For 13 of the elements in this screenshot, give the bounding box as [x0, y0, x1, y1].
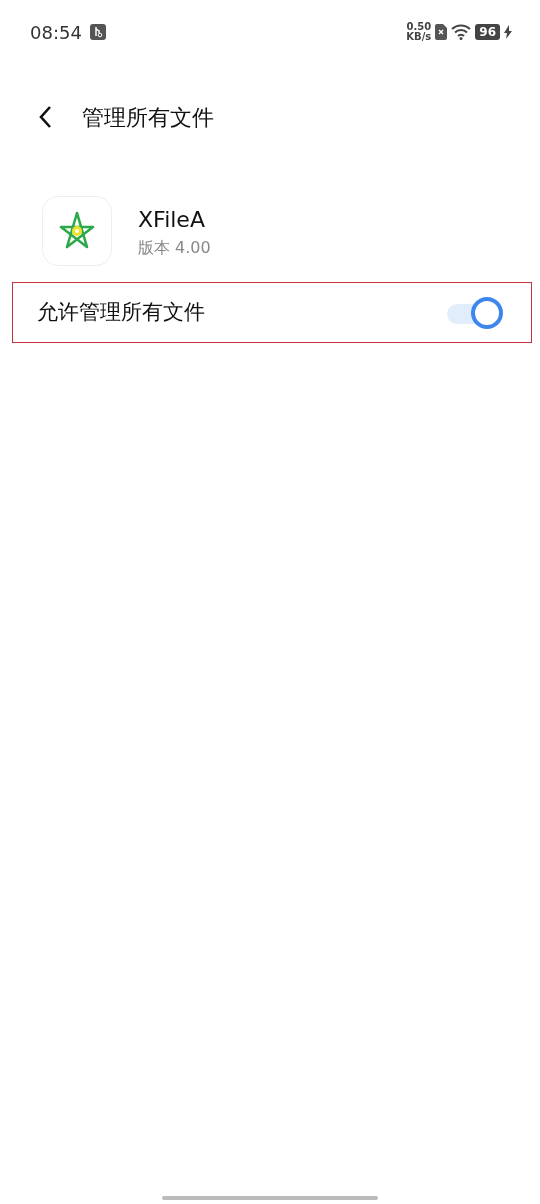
toggle-switch[interactable]: [445, 295, 505, 330]
back-icon: [38, 105, 52, 130]
sim-icon: [435, 24, 448, 40]
app-version: 版本 4.00: [138, 236, 211, 259]
app-name: XFileA: [138, 205, 206, 234]
wifi-icon: [451, 24, 472, 40]
setting-label: 允许管理所有文件: [37, 298, 205, 326]
battery-level: 96: [475, 23, 500, 41]
app-icon: [42, 196, 112, 266]
usb-icon: [89, 24, 106, 40]
page-title: 管理所有文件: [82, 103, 214, 132]
network-speed: 0.50 KB/s: [406, 22, 432, 42]
clock: 08:54: [30, 20, 82, 45]
